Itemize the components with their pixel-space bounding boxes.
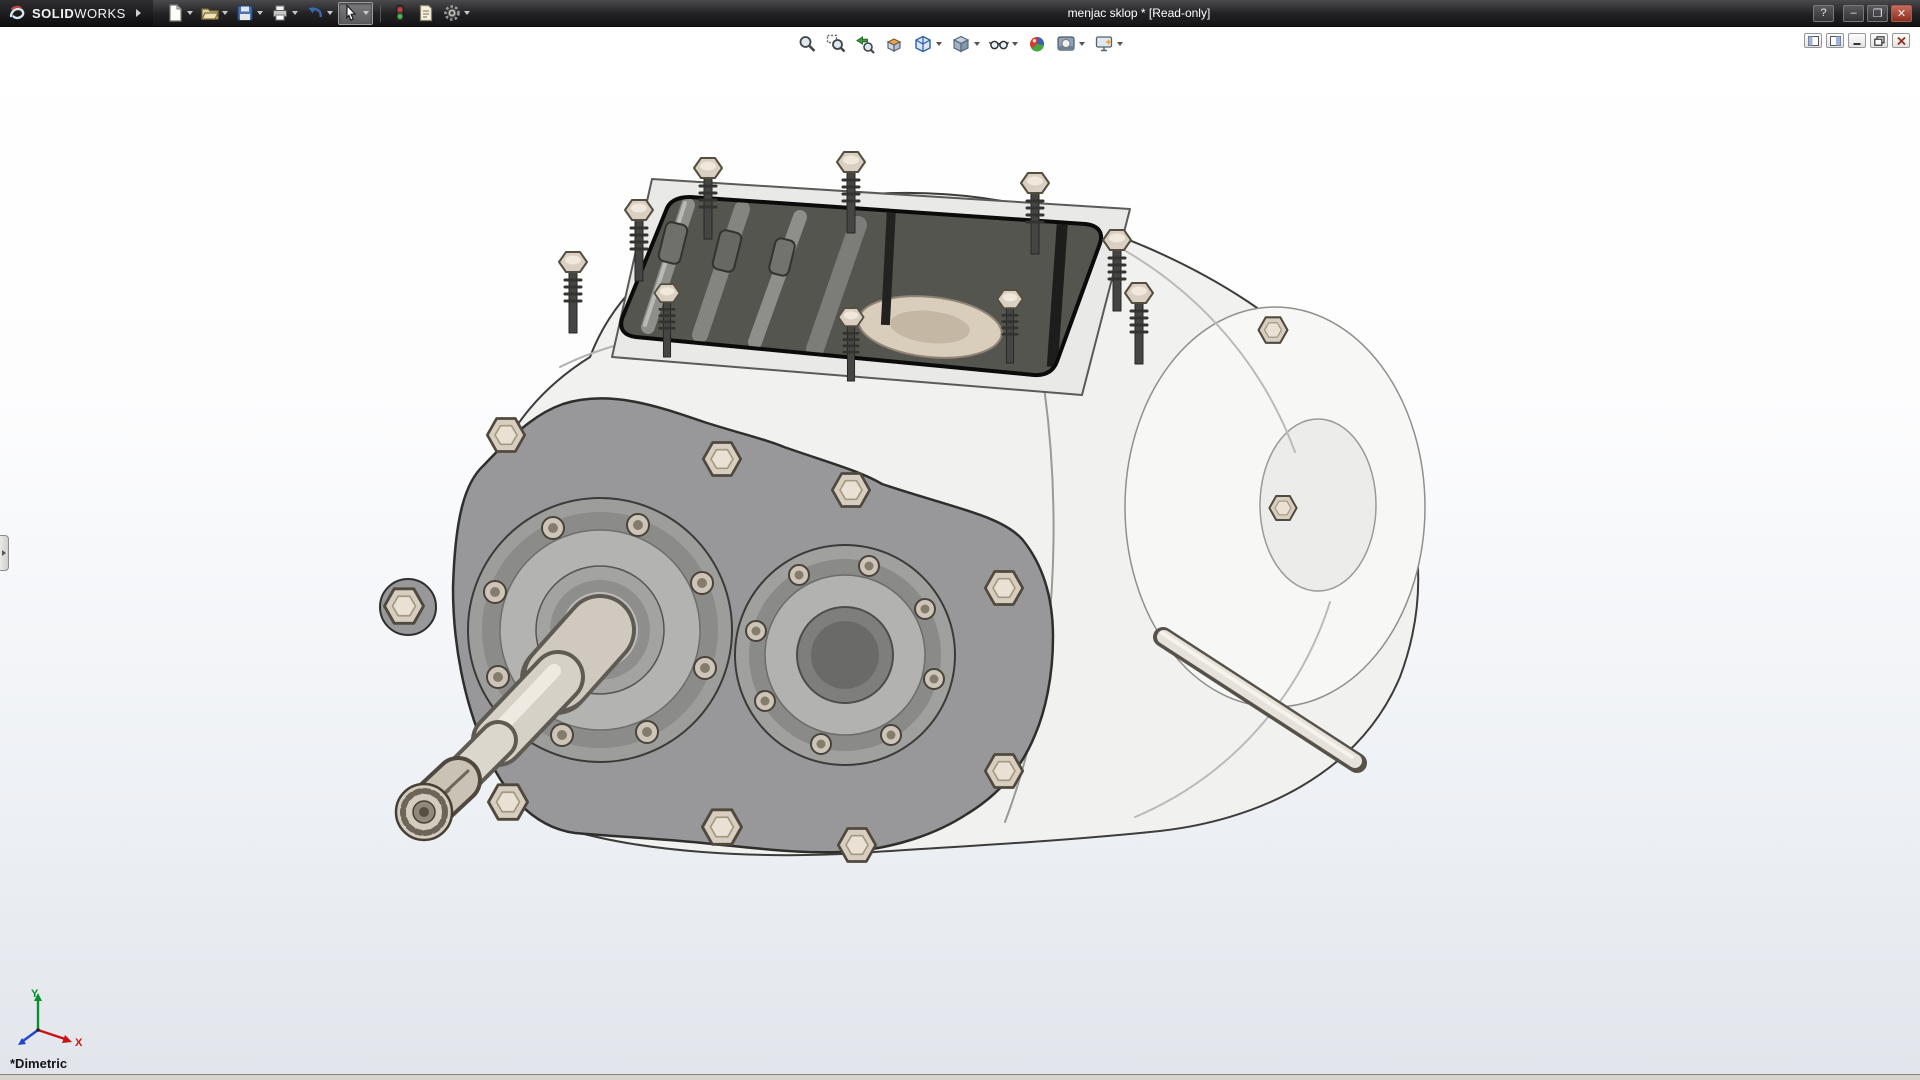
zoom-to-fit-icon bbox=[797, 34, 817, 54]
print-button[interactable] bbox=[268, 2, 301, 25]
toolbar-separator bbox=[380, 5, 381, 22]
rebuild-button[interactable] bbox=[388, 2, 412, 25]
dropdown-caret-icon[interactable] bbox=[292, 11, 298, 15]
dropdown-caret-icon[interactable] bbox=[1079, 42, 1085, 46]
zoom-to-area-button[interactable] bbox=[824, 31, 848, 57]
undo-arrow-icon bbox=[306, 4, 324, 22]
heads-up-view-toolbar bbox=[795, 31, 1125, 57]
close-button[interactable]: ✕ bbox=[1891, 5, 1912, 22]
section-view-button[interactable] bbox=[882, 31, 906, 57]
solidworks-brand[interactable]: SOLIDWORKS bbox=[0, 0, 153, 26]
open-folder-icon bbox=[201, 4, 219, 22]
solidworks-window: SOLIDWORKS bbox=[0, 0, 1920, 1080]
select-cursor-icon bbox=[342, 4, 360, 22]
pane-left-icon bbox=[1808, 36, 1819, 46]
minimize-icon bbox=[1852, 36, 1863, 46]
main-toolbar bbox=[153, 2, 473, 25]
featuremanager-flyout-tab[interactable] bbox=[0, 535, 9, 571]
orientation-triad[interactable]: Y X bbox=[8, 986, 92, 1050]
rebuild-traffic-light-icon bbox=[391, 4, 409, 22]
zoom-to-fit-button[interactable] bbox=[795, 31, 819, 57]
options-gear-icon bbox=[443, 4, 461, 22]
gearbox-model[interactable] bbox=[0, 27, 1920, 1074]
section-view-icon bbox=[884, 34, 904, 54]
eyeglasses-icon bbox=[989, 34, 1009, 54]
menu-expand-arrow-icon[interactable] bbox=[136, 9, 141, 17]
dropdown-caret-icon[interactable] bbox=[363, 11, 369, 15]
pane-left-button[interactable] bbox=[1804, 33, 1822, 48]
dropdown-caret-icon[interactable] bbox=[464, 11, 470, 15]
dropdown-caret-icon[interactable] bbox=[187, 11, 193, 15]
edit-appearance-button[interactable] bbox=[1025, 31, 1049, 57]
display-style-cube-icon bbox=[951, 34, 971, 54]
file-properties-button[interactable] bbox=[414, 2, 438, 25]
output-shaft-flange[interactable] bbox=[735, 545, 955, 765]
previous-view-icon bbox=[855, 34, 875, 54]
dropdown-caret-icon[interactable] bbox=[974, 42, 980, 46]
document-restore-button[interactable] bbox=[1870, 33, 1888, 48]
new-document-button[interactable] bbox=[163, 2, 196, 25]
x-axis-arrow-icon bbox=[62, 1035, 72, 1043]
close-icon bbox=[1896, 36, 1907, 46]
apply-scene-button[interactable] bbox=[1054, 31, 1087, 57]
appearance-ball-icon bbox=[1027, 34, 1047, 54]
x-axis-label: X bbox=[75, 1037, 83, 1049]
window-title: menjac sklop * [Read-only] bbox=[473, 6, 1805, 20]
restore-icon bbox=[1874, 36, 1885, 46]
title-bar: SOLIDWORKS bbox=[0, 0, 1920, 27]
maximize-button[interactable]: ❐ bbox=[1867, 5, 1888, 22]
apply-scene-icon bbox=[1056, 34, 1076, 54]
document-minimize-button[interactable] bbox=[1848, 33, 1866, 48]
window-controls: ? – ❐ ✕ bbox=[1805, 5, 1920, 22]
y-axis-label: Y bbox=[31, 988, 39, 1000]
help-button[interactable]: ? bbox=[1813, 5, 1834, 22]
dropdown-caret-icon[interactable] bbox=[222, 11, 228, 15]
document-window-controls bbox=[1804, 33, 1910, 48]
view-settings-icon bbox=[1094, 34, 1114, 54]
new-document-icon bbox=[166, 4, 184, 22]
view-orientation-button[interactable] bbox=[911, 31, 944, 57]
dropdown-caret-icon[interactable] bbox=[327, 11, 333, 15]
view-settings-button[interactable] bbox=[1092, 31, 1125, 57]
previous-view-button[interactable] bbox=[853, 31, 877, 57]
minimize-button[interactable]: – bbox=[1843, 5, 1864, 22]
display-style-button[interactable] bbox=[949, 31, 982, 57]
zoom-to-area-icon bbox=[826, 34, 846, 54]
brand-name-light: WORKS bbox=[74, 6, 126, 21]
status-bar bbox=[0, 1074, 1920, 1080]
graphics-area[interactable]: Y X *Dimetric bbox=[0, 27, 1920, 1074]
select-tool-button[interactable] bbox=[338, 2, 373, 25]
brand-name: SOLIDWORKS bbox=[32, 6, 126, 21]
dropdown-caret-icon[interactable] bbox=[257, 11, 263, 15]
dassault-logo-icon bbox=[8, 4, 26, 22]
save-button[interactable] bbox=[233, 2, 266, 25]
dropdown-caret-icon[interactable] bbox=[1117, 42, 1123, 46]
options-button[interactable] bbox=[440, 2, 473, 25]
view-orientation-label: *Dimetric bbox=[10, 1056, 67, 1071]
brand-name-bold: SOLID bbox=[32, 6, 74, 21]
save-floppy-icon bbox=[236, 4, 254, 22]
view-orientation-cube-icon bbox=[913, 34, 933, 54]
pane-right-icon bbox=[1830, 36, 1841, 46]
print-icon bbox=[271, 4, 289, 22]
open-button[interactable] bbox=[198, 2, 231, 25]
document-close-button[interactable] bbox=[1892, 33, 1910, 48]
undo-button[interactable] bbox=[303, 2, 336, 25]
hide-show-items-button[interactable] bbox=[987, 31, 1020, 57]
dropdown-caret-icon[interactable] bbox=[1012, 42, 1018, 46]
dropdown-caret-icon[interactable] bbox=[936, 42, 942, 46]
file-properties-icon bbox=[417, 4, 435, 22]
pane-right-button[interactable] bbox=[1826, 33, 1844, 48]
